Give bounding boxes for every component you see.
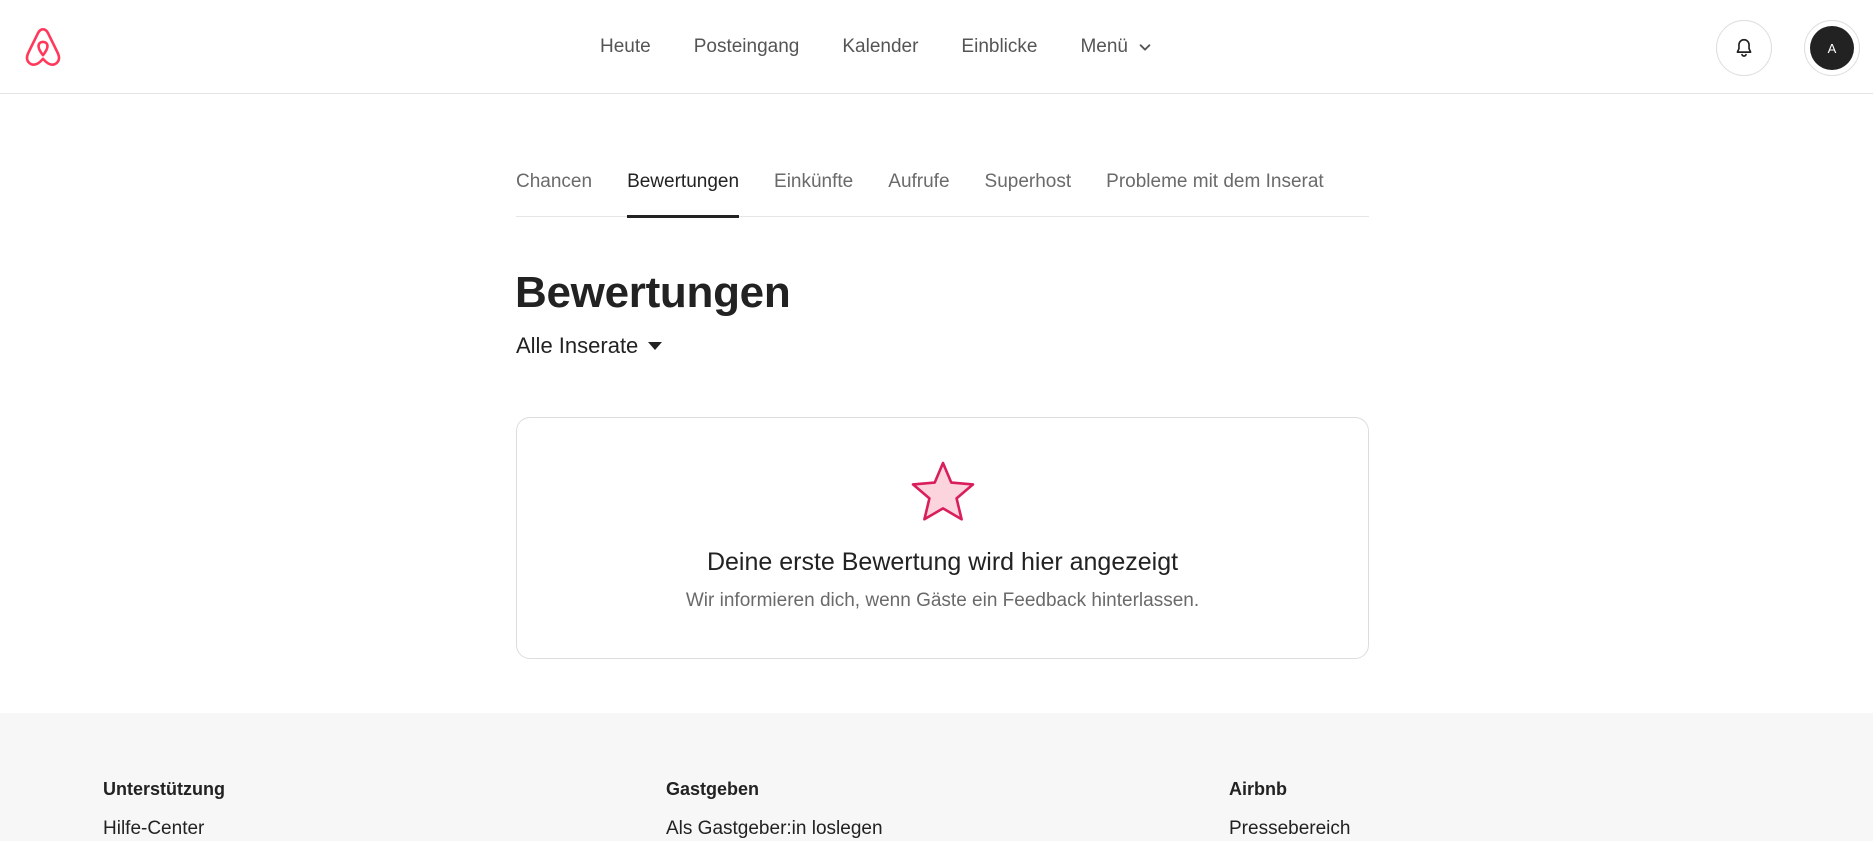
bell-icon <box>1736 38 1752 57</box>
tab-probleme-mit-dem-inserat[interactable]: Probleme mit dem Inserat <box>1106 163 1324 217</box>
empty-state-subtitle: Wir informieren dich, wenn Gäste ein Fee… <box>685 590 1200 611</box>
chevron-down-icon <box>1139 44 1151 51</box>
footer-link-pressebereich[interactable]: Pressebereich <box>1229 818 1350 840</box>
tab-aufrufe[interactable]: Aufrufe <box>888 163 949 217</box>
tab-bewertungen[interactable]: Bewertungen <box>627 163 739 218</box>
footer-column-airbnb: Airbnb Pressebereich <box>1229 779 1350 840</box>
tab-superhost[interactable]: Superhost <box>985 163 1072 217</box>
nav-item-kalender[interactable]: Kalender <box>842 36 918 58</box>
footer-column-unterstuetzung: Unterstützung Hilfe-Center <box>103 779 225 840</box>
tab-chancen[interactable]: Chancen <box>516 163 592 217</box>
profile-menu-button[interactable]: A <box>1804 20 1860 76</box>
top-header: Heute Posteingang Kalender Einblicke Men… <box>0 0 1873 94</box>
footer-column-title: Unterstützung <box>103 779 225 799</box>
nav-label: Kalender <box>842 36 919 57</box>
nav-item-menu[interactable]: Menü <box>1080 36 1152 58</box>
notifications-button[interactable] <box>1716 20 1772 76</box>
footer: Unterstützung Hilfe-Center Gastgeben Als… <box>0 713 1873 841</box>
nav-item-posteingang[interactable]: Posteingang <box>694 36 800 58</box>
empty-state-card: Deine erste Bewertung wird hier angezeig… <box>516 417 1369 659</box>
footer-link-als-gastgeber-loslegen[interactable]: Als Gastgeber:in loslegen <box>666 818 883 840</box>
footer-link-hilfe-center[interactable]: Hilfe-Center <box>103 818 225 840</box>
footer-column-gastgeben: Gastgeben Als Gastgeber:in loslegen <box>666 779 883 840</box>
nav-label: Menü <box>1080 36 1128 57</box>
nav-item-einblicke[interactable]: Einblicke <box>961 36 1037 58</box>
nav-label: Heute <box>600 36 651 57</box>
star-icon <box>911 461 975 521</box>
airbnb-logo-icon[interactable] <box>22 25 64 69</box>
listing-filter-dropdown[interactable]: Alle Inserate <box>516 333 663 359</box>
main-nav: Heute Posteingang Kalender Einblicke Men… <box>600 0 1152 94</box>
avatar: A <box>1810 26 1854 70</box>
nav-label: Posteingang <box>693 36 800 57</box>
empty-state-title: Deine erste Bewertung wird hier angezeig… <box>706 548 1179 576</box>
nav-item-heute[interactable]: Heute <box>600 36 651 58</box>
page-title: Bewertungen <box>515 268 791 317</box>
tab-einkuenfte[interactable]: Einkünfte <box>774 163 853 217</box>
insights-tabs: Chancen Bewertungen Einkünfte Aufrufe Su… <box>516 163 1369 218</box>
listing-filter-label: Alle Inserate <box>516 333 639 358</box>
footer-column-title: Airbnb <box>1229 779 1287 799</box>
caret-down-icon <box>648 342 663 350</box>
footer-column-title: Gastgeben <box>666 779 760 799</box>
nav-label: Einblicke <box>961 36 1038 57</box>
